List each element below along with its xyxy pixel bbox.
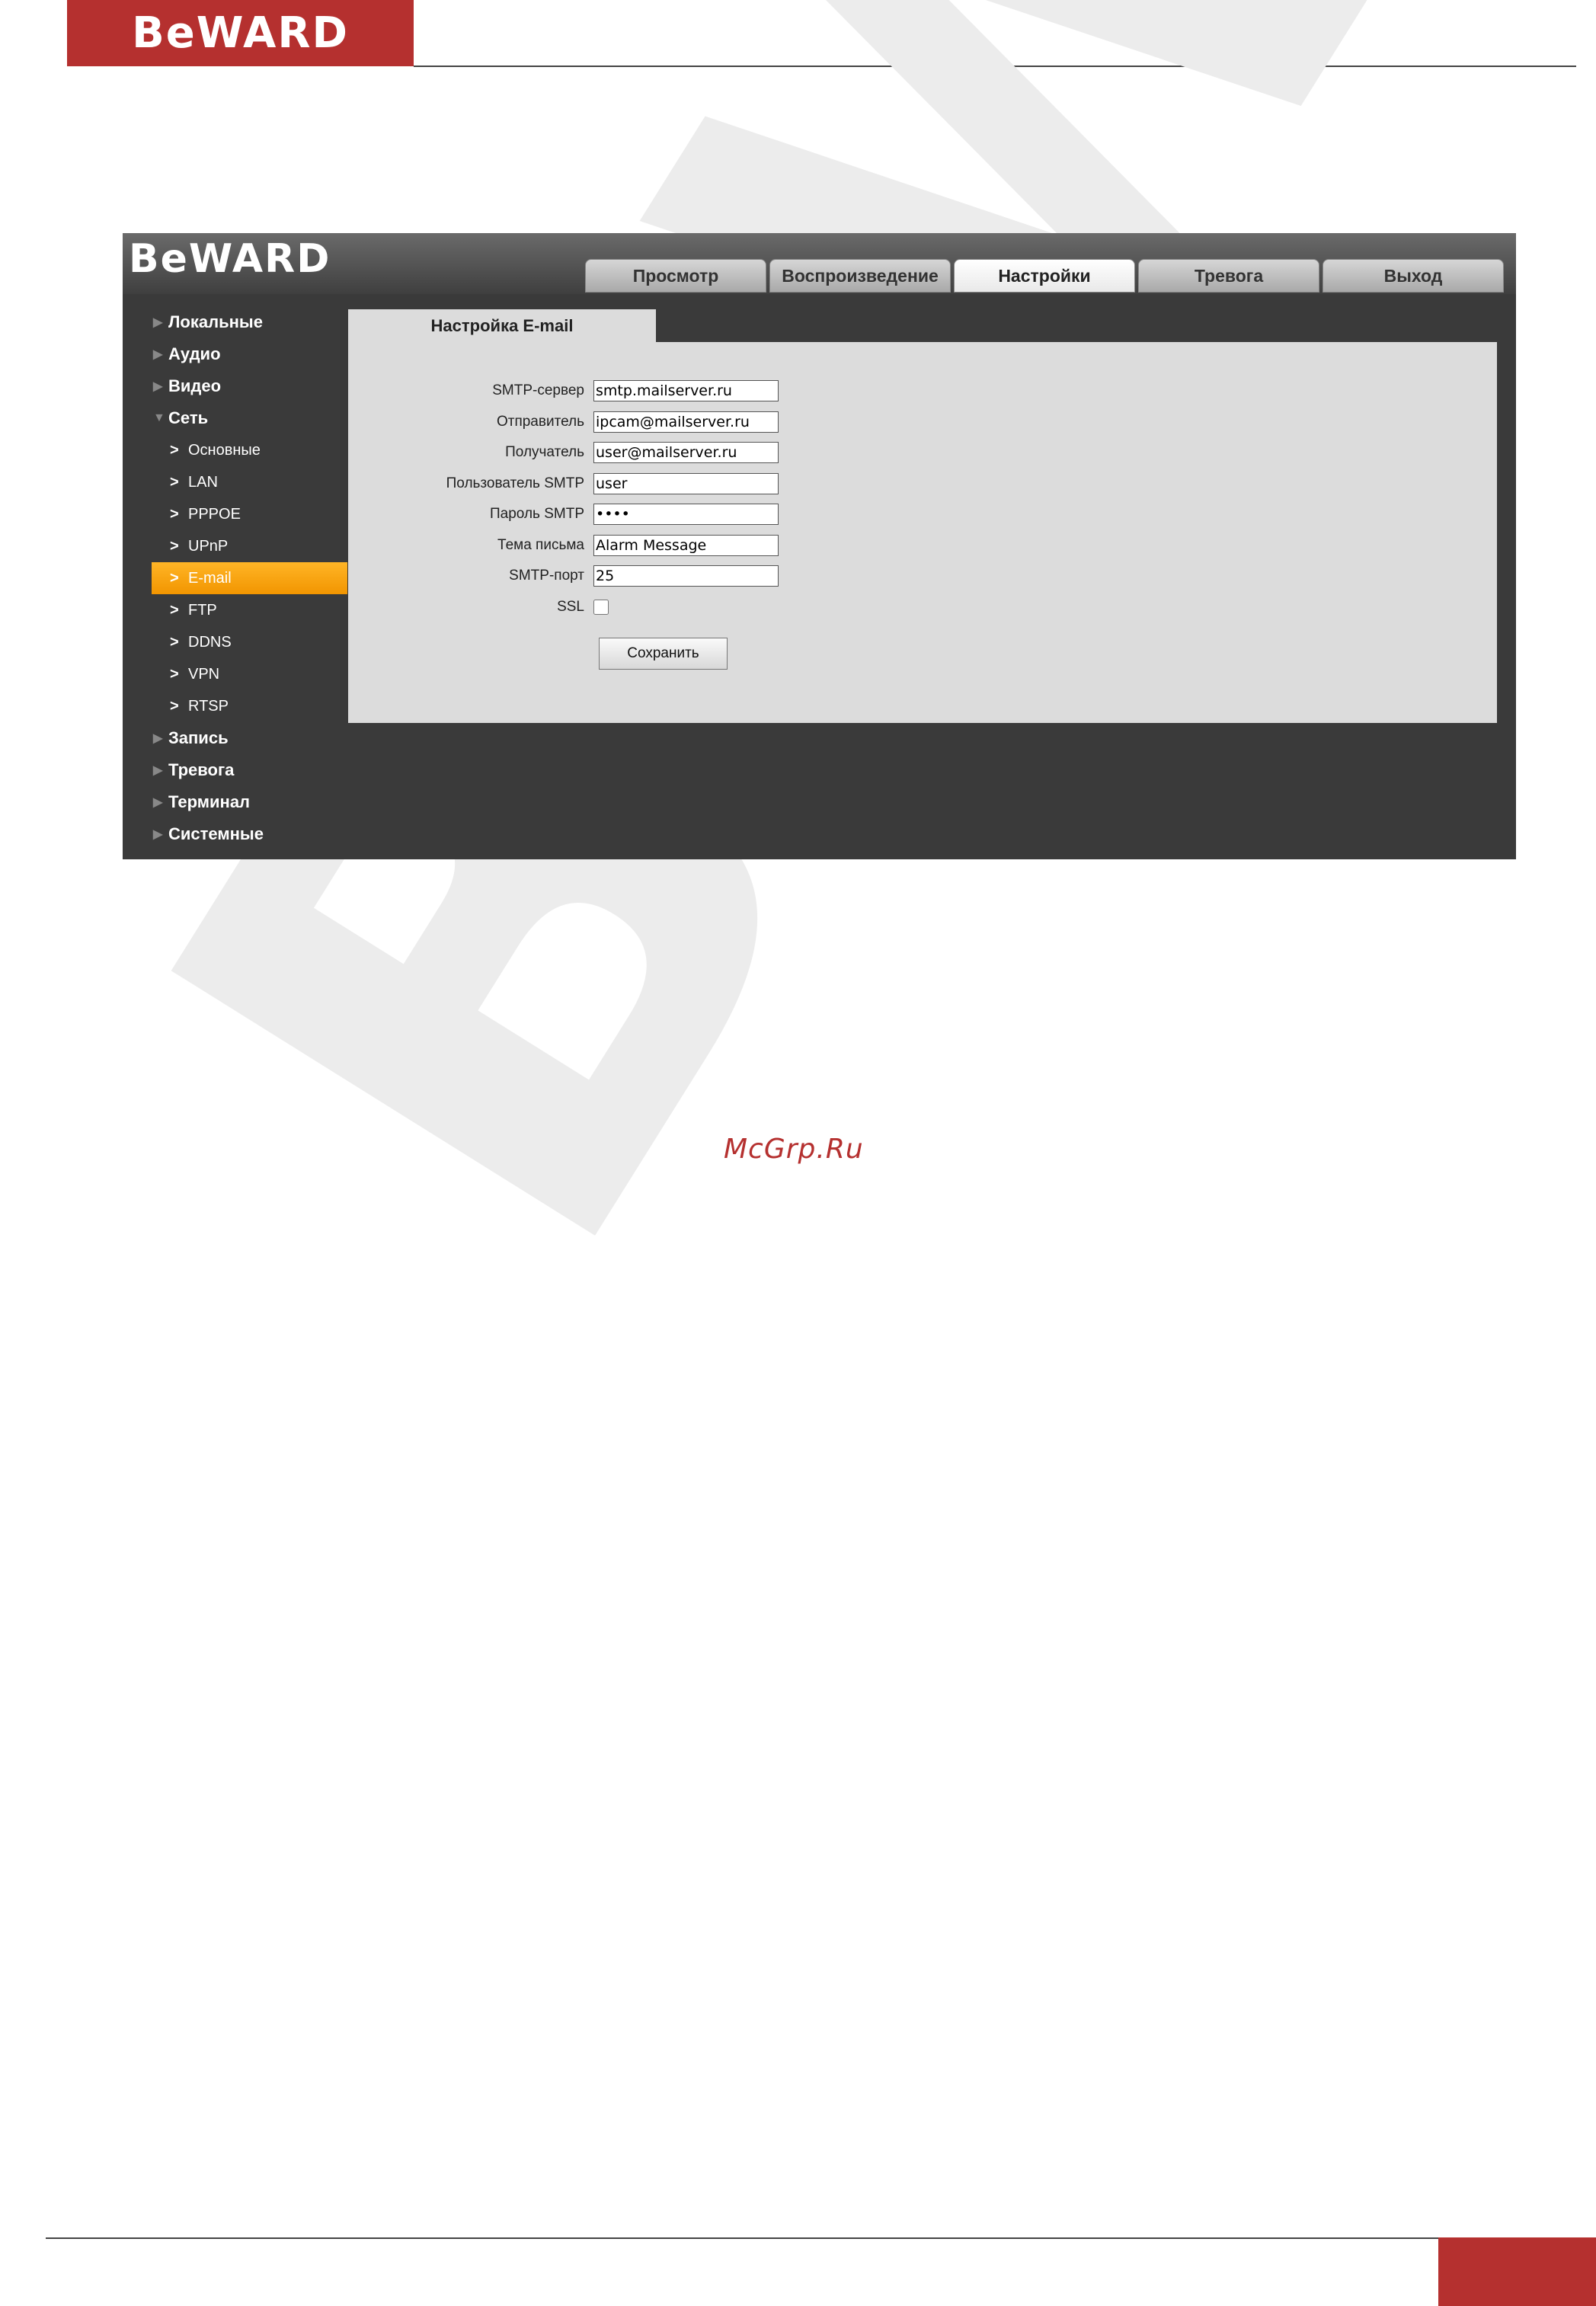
site-watermark-text: McGrp.Ru — [724, 1134, 864, 1165]
sidebar-subitem-lan[interactable]: > LAN — [123, 466, 347, 498]
sidebar-subitem-label: DDNS — [188, 633, 232, 651]
triangle-right-icon: ▶ — [153, 348, 163, 361]
sidebar-subitem-label: UPnP — [188, 537, 229, 555]
sidebar-item-label: Запись — [168, 728, 229, 747]
sender-label: Отправитель — [496, 413, 584, 430]
sidebar-subitem-rtsp[interactable]: > RTSP — [123, 690, 347, 722]
sidebar-item-label: Системные — [168, 824, 264, 843]
panel-title: Настройка E-mail — [348, 309, 656, 343]
chevron-right-icon: > — [170, 505, 179, 523]
recipient-input[interactable] — [593, 442, 779, 464]
sidebar-item-label: Видео — [168, 376, 222, 395]
triangle-right-icon: ▶ — [153, 796, 163, 809]
sidebar-subitem-label: LAN — [188, 473, 218, 491]
sidebar-subitem-ddns[interactable]: > DDNS — [123, 626, 347, 658]
subject-input[interactable] — [593, 534, 779, 556]
document-logo: BeWARD — [67, 0, 414, 66]
tab-alarm[interactable]: Тревога — [1138, 259, 1319, 293]
form-row-sender: Отправитель — [348, 407, 779, 438]
sidebar-subitem-upnp[interactable]: > UPnP — [123, 530, 347, 562]
ssl-label: SSL — [557, 598, 584, 615]
sidebar-subitem-label: E-mail — [188, 569, 232, 587]
sidebar-item-network[interactable]: ▼ Сеть — [123, 402, 347, 434]
sidebar-item-record[interactable]: ▶ Запись — [123, 722, 347, 754]
sidebar-item-video[interactable]: ▶ Видео — [123, 370, 347, 402]
sidebar-subitem-label: Основные — [188, 441, 261, 459]
triangle-right-icon: ▶ — [153, 380, 163, 393]
sidebar-subitem-label: PPPOE — [188, 505, 241, 523]
app-logo: BeWARD — [129, 236, 331, 282]
footer-rule — [46, 2237, 1550, 2239]
tab-settings[interactable]: Настройки — [954, 259, 1135, 293]
smtp-port-input[interactable] — [593, 565, 779, 587]
smtp-user-label: Пользователь SMTP — [446, 475, 584, 491]
main-tabs: Просмотр Воспроизведение Настройки Трево… — [585, 259, 1504, 293]
sidebar-item-label: Сеть — [168, 408, 209, 427]
tab-logout[interactable]: Выход — [1323, 259, 1504, 293]
chevron-right-icon: > — [170, 601, 179, 619]
footer-corner-block — [1438, 2237, 1596, 2306]
chevron-right-icon: > — [170, 537, 179, 555]
chevron-right-icon: > — [170, 633, 179, 651]
sidebar-item-label: Терминал — [168, 792, 251, 811]
sidebar-item-terminal[interactable]: ▶ Терминал — [123, 786, 347, 818]
camera-web-ui: BeWARD Просмотр Воспроизведение Настройк… — [123, 233, 1516, 859]
settings-sidebar: ▶ Локальные ▶ Аудио ▶ Видео ▼ Сеть > Осн… — [123, 306, 347, 850]
chevron-right-icon: > — [170, 569, 179, 587]
smtp-password-label: Пароль SMTP — [490, 506, 584, 523]
sidebar-subitem-label: RTSP — [188, 697, 229, 715]
form-row-ssl: SSL — [348, 592, 779, 623]
document-logo-text: BeWARD — [132, 8, 349, 58]
smtp-password-input[interactable] — [593, 504, 779, 526]
chevron-right-icon: > — [170, 441, 179, 459]
smtp-server-input[interactable] — [593, 380, 779, 402]
save-button[interactable]: Сохранить — [599, 638, 728, 670]
chevron-right-icon: > — [170, 697, 179, 715]
sidebar-subitem-label: VPN — [188, 665, 220, 683]
sidebar-subitem-basic[interactable]: > Основные — [123, 434, 347, 466]
smtp-server-label: SMTP-сервер — [492, 382, 584, 399]
sidebar-subitem-ftp[interactable]: > FTP — [123, 594, 347, 626]
sidebar-subitem-pppoe[interactable]: > PPPOE — [123, 498, 347, 530]
sidebar-subitem-email[interactable]: > E-mail — [152, 562, 347, 594]
triangle-right-icon: ▶ — [153, 316, 163, 329]
email-settings-panel: SMTP-сервер Отправитель Получатель Польз… — [348, 342, 1497, 723]
sidebar-item-alarm[interactable]: ▶ Тревога — [123, 754, 347, 786]
form-row-smtp-port: SMTP-порт — [348, 561, 779, 592]
sender-input[interactable] — [593, 411, 779, 433]
triangle-right-icon: ▶ — [153, 732, 163, 745]
tab-playback[interactable]: Воспроизведение — [769, 259, 951, 293]
smtp-user-input[interactable] — [593, 472, 779, 494]
form-row-recipient: Получатель — [348, 437, 779, 469]
sidebar-item-local[interactable]: ▶ Локальные — [123, 306, 347, 338]
chevron-right-icon: > — [170, 473, 179, 491]
form-row-smtp-server: SMTP-сервер — [348, 376, 779, 407]
smtp-port-label: SMTP-порт — [509, 568, 584, 584]
form-row-smtp-user: Пользователь SMTP — [348, 469, 779, 500]
sidebar-subitem-vpn[interactable]: > VPN — [123, 658, 347, 690]
triangle-down-icon: ▼ — [153, 411, 165, 424]
triangle-right-icon: ▶ — [153, 828, 163, 841]
sidebar-item-system[interactable]: ▶ Системные — [123, 818, 347, 850]
subject-label: Тема письма — [497, 536, 584, 553]
triangle-right-icon: ▶ — [153, 764, 163, 777]
recipient-label: Получатель — [505, 444, 584, 461]
sidebar-item-audio[interactable]: ▶ Аудио — [123, 338, 347, 370]
ssl-checkbox[interactable] — [593, 599, 609, 615]
sidebar-subitem-label: FTP — [188, 601, 217, 619]
sidebar-item-label: Локальные — [168, 312, 263, 331]
tab-view[interactable]: Просмотр — [585, 259, 766, 293]
app-header: BeWARD Просмотр Воспроизведение Настройк… — [123, 233, 1516, 294]
email-settings-form: SMTP-сервер Отправитель Получатель Польз… — [348, 376, 779, 622]
sidebar-item-label: Аудио — [168, 344, 221, 363]
form-row-smtp-password: Пароль SMTP — [348, 499, 779, 530]
chevron-right-icon: > — [170, 665, 179, 683]
sidebar-item-label: Тревога — [168, 760, 235, 779]
form-row-subject: Тема письма — [348, 530, 779, 561]
